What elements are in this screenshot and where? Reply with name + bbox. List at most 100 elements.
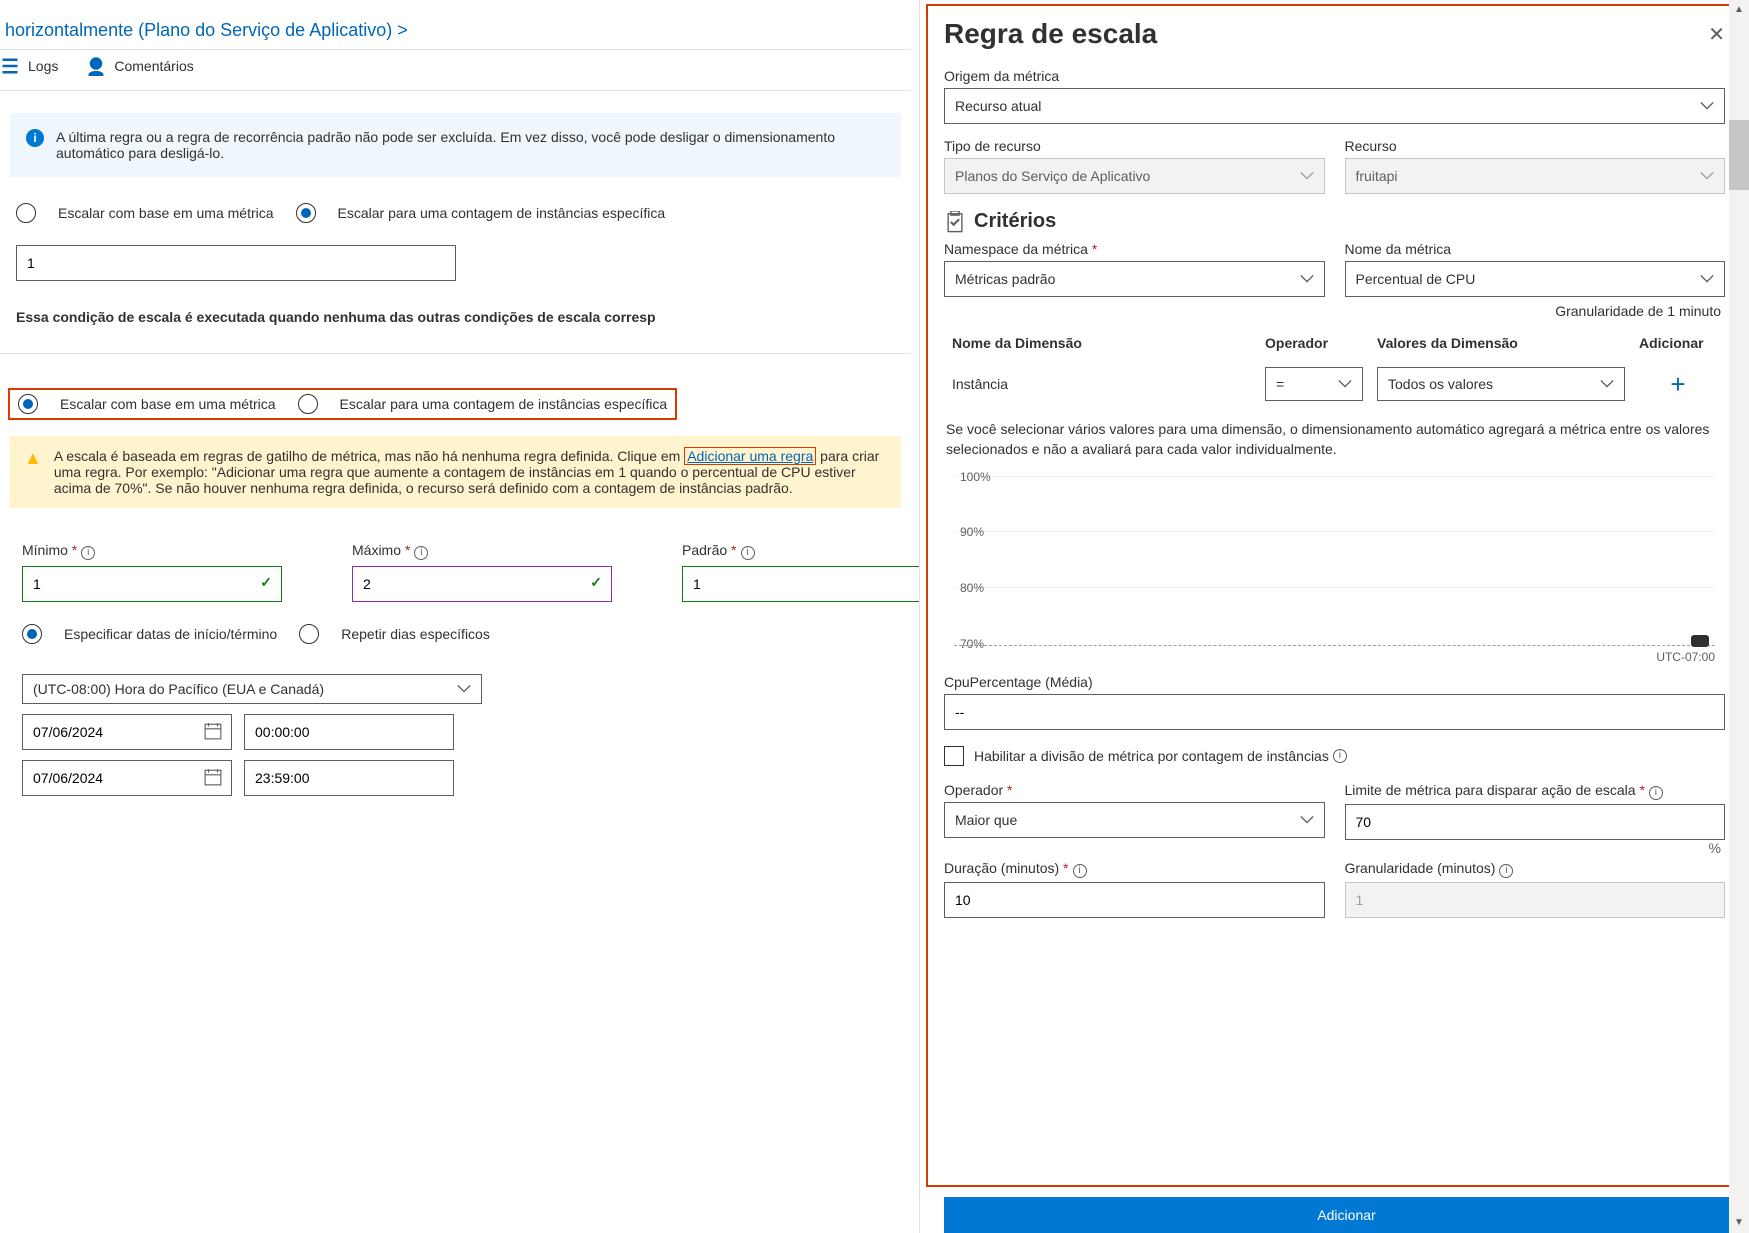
chevron-down-icon [1700,169,1714,183]
chart-marker [1691,635,1709,647]
info-icon: i [26,129,44,147]
cpu-percentage-value [944,694,1725,730]
comments-tab[interactable]: Comentários [86,56,193,76]
info-icon-duration[interactable]: i [1073,864,1087,878]
dim-header-add: Adicionar [1633,327,1723,359]
start-date-input[interactable] [22,714,232,750]
radio-specific-dates[interactable] [22,624,42,644]
radio-count-2-label: Escalar para uma contagem de instâncias … [340,396,668,412]
percent-unit: % [1345,840,1726,856]
y-tick-70: 70% [960,637,984,651]
granularity-label: Granularidade (minutos) [1345,860,1496,876]
radio-metric-2-label: Escalar com base em uma métrica [60,396,276,412]
start-time-input[interactable] [244,714,454,750]
resource-select: fruitapi [1345,158,1726,194]
default-input[interactable] [682,566,919,602]
radio-repeat-days[interactable] [299,624,319,644]
chevron-down-icon [1300,272,1314,286]
min-label: Mínimo [22,542,68,558]
chevron-down-icon [1338,377,1352,391]
logs-tab[interactable]: Logs [0,56,58,76]
metric-source-label: Origem da métrica [944,68,1725,88]
resource-label: Recurso [1345,138,1726,158]
logs-icon [0,56,20,76]
calendar-icon[interactable] [204,768,222,786]
max-input[interactable] [352,566,612,602]
add-dimension-button[interactable]: + [1639,369,1717,400]
end-date-input[interactable] [22,760,232,796]
duration-label: Duração (minutos) [944,860,1059,876]
condition-msg: Essa condição de escala é executada quan… [6,309,911,325]
chevron-down-icon [1700,99,1714,113]
y-tick-80: 80% [960,581,984,595]
panel-title: Regra de escala [944,18,1157,50]
y-tick-90: 90% [960,525,984,539]
chevron-down-icon [1300,813,1314,827]
resource-type-select: Planos do Serviço de Aplicativo [944,158,1325,194]
info-icon-granularity[interactable]: i [1499,864,1513,878]
chart-tz: UTC-07:00 [944,650,1725,664]
scrollbar[interactable]: ▲ ▼ [1729,0,1749,1233]
radio-metric-1[interactable] [16,203,36,223]
warning-icon: ▲ [24,448,42,496]
operator-select[interactable]: Maior que [944,802,1325,838]
dimension-row: Instância = Todos os valores + [946,361,1723,407]
info-icon-threshold[interactable]: i [1649,786,1663,800]
toolbar: Logs Comentários [0,49,911,91]
scroll-down-arrow[interactable]: ▼ [1729,1213,1749,1233]
instance-limits: Mínimo *i Máximo *i Padrão *i [0,524,911,602]
dim-header-op: Operador [1259,327,1369,359]
add-rule-link[interactable]: Adicionar uma regra [684,447,816,465]
cpu-percentage-label: CpuPercentage (Média) [944,674,1725,694]
granularity-note: Granularidade de 1 minuto [944,297,1725,319]
scroll-up-arrow[interactable]: ▲ [1729,0,1749,20]
duration-input[interactable] [944,882,1325,918]
info-icon-max[interactable]: i [414,546,428,560]
info-icon-default[interactable]: i [741,546,755,560]
default-label: Padrão [682,542,727,558]
scroll-thumb[interactable] [1729,120,1749,190]
metric-name-select[interactable]: Percentual de CPU [1345,261,1726,297]
radio-specific-label: Especificar datas de início/término [64,626,277,642]
radio-count-1-label: Escalar para uma contagem de instâncias … [338,205,666,221]
schedule-mode: Especificar datas de início/término Repe… [0,602,911,644]
metric-source-select[interactable]: Recurso atual [944,88,1725,124]
comments-icon [86,56,106,76]
threshold-label: Limite de métrica para disparar ação de … [1345,782,1636,798]
resource-type-label: Tipo de recurso [944,138,1325,158]
scale-mode-group-2: Escalar com base em uma métrica Escalar … [8,388,677,420]
radio-count-2[interactable] [298,394,318,414]
chevron-down-icon [1600,377,1614,391]
y-tick-100: 100% [960,470,991,484]
clipboard-check-icon [944,211,966,233]
split-label: Habilitar a divisão de métrica por conta… [974,748,1329,764]
calendar-icon[interactable] [204,722,222,740]
aggregation-note: Se você selecionar vários valores para u… [944,409,1725,476]
chevron-down-icon [1300,169,1314,183]
close-icon[interactable]: ✕ [1708,22,1725,47]
metric-namespace-label: Namespace da métrica [944,241,1088,257]
metric-namespace-select[interactable]: Métricas padrão [944,261,1325,297]
chevron-down-icon [1700,272,1714,286]
add-button[interactable]: Adicionar [944,1197,1749,1233]
end-time-input[interactable] [244,760,454,796]
dim-header-vals: Valores da Dimensão [1371,327,1631,359]
instance-count-input[interactable] [16,245,456,281]
radio-metric-2[interactable] [18,394,38,414]
radio-repeat-label: Repetir dias específicos [341,626,490,642]
dimensions-table: Nome da Dimensão Operador Valores da Dim… [944,325,1725,409]
radio-count-1[interactable] [296,203,316,223]
radio-metric-1-label: Escalar com base em uma métrica [58,205,274,221]
min-input[interactable] [22,566,282,602]
split-checkbox[interactable] [944,746,964,766]
dimension-values-select[interactable]: Todos os valores [1377,367,1625,401]
metric-chart: 100% 90% 80% 70% [954,476,1715,646]
breadcrumb[interactable]: alar horizontalmente (Plano do Serviço d… [0,20,911,41]
info-icon-split[interactable]: i [1333,749,1347,763]
timezone-select[interactable]: (UTC-08:00) Hora do Pacífico (EUA e Cana… [22,674,482,704]
threshold-input[interactable] [1345,804,1726,840]
info-icon-min[interactable]: i [81,546,95,560]
info-banner: i A última regra ou a regra de recorrênc… [10,113,901,177]
dimension-name: Instância [946,361,1257,407]
dimension-op-select[interactable]: = [1265,367,1363,401]
